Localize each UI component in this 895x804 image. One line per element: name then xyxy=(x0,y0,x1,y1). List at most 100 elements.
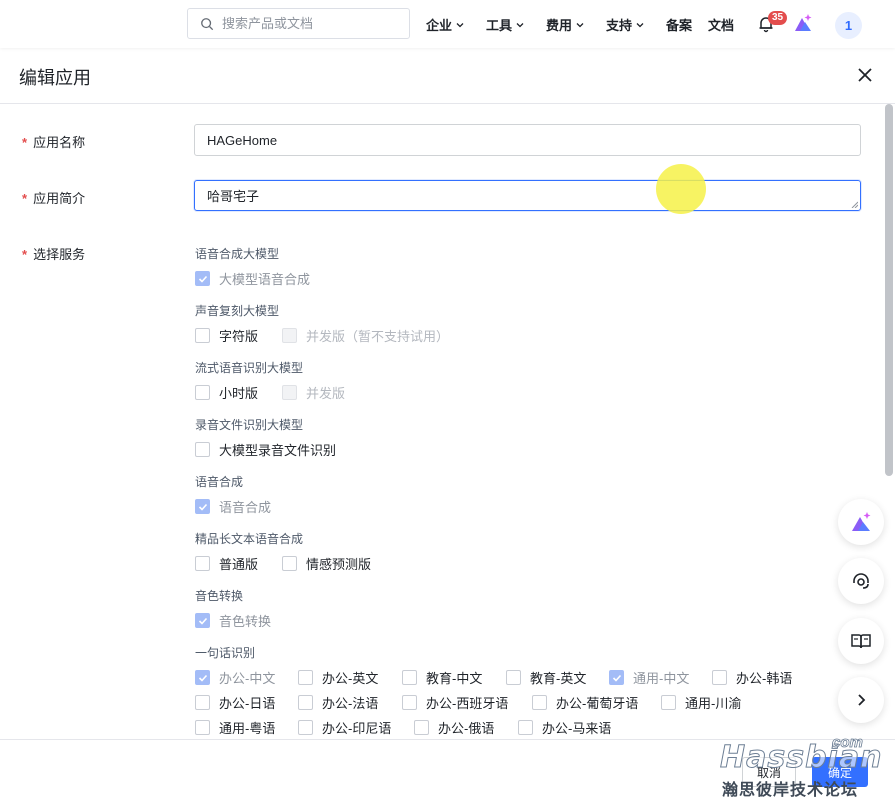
nav-enterprise[interactable]: 企业 xyxy=(426,15,465,34)
checkbox-sentence-office-ko[interactable]: 办公-韩语 xyxy=(712,668,792,687)
checkbox-asr-concurrent: 并发版 xyxy=(282,383,345,402)
docs-button[interactable] xyxy=(838,618,884,664)
nav-billing[interactable]: 费用 xyxy=(546,15,585,34)
nav-support[interactable]: 支持 xyxy=(606,15,645,34)
search-input[interactable] xyxy=(222,16,402,31)
checkbox-box xyxy=(195,695,210,710)
group-title: 语音合成 xyxy=(195,475,244,489)
checkbox-label: 办公-中文 xyxy=(219,671,276,686)
nav-filing[interactable]: 备案 xyxy=(666,15,692,34)
checkbox-label: 小时版 xyxy=(219,386,259,401)
checkbox-sentence-office-es[interactable]: 办公-西班牙语 xyxy=(402,693,508,712)
checkbox-label: 情感预测版 xyxy=(306,557,372,572)
header-divider xyxy=(0,103,895,104)
checkbox-label: 办公-日语 xyxy=(219,696,276,711)
chevron-down-icon xyxy=(636,22,644,27)
search-box[interactable] xyxy=(187,8,410,39)
checkbox-box xyxy=(195,499,210,514)
checkbox-sentence-edu-en[interactable]: 教育-英文 xyxy=(506,668,586,687)
nav-tools[interactable]: 工具 xyxy=(486,15,525,34)
cancel-button[interactable]: 取消 xyxy=(742,757,796,787)
checkbox-label: 办公-韩语 xyxy=(736,671,793,686)
app-desc-textarea[interactable]: 哈哥宅子 xyxy=(194,180,861,211)
checkbox-box xyxy=(506,670,521,685)
checkbox-sentence-office-ja[interactable]: 办公-日语 xyxy=(195,693,275,712)
watermark-domain: com xyxy=(832,734,864,752)
confirm-button[interactable]: 确定 xyxy=(812,757,868,787)
app-name-label-text: 应用名称 xyxy=(33,135,86,150)
checkbox-box xyxy=(712,670,727,685)
checkbox-sentence-office-fr[interactable]: 办公-法语 xyxy=(298,693,378,712)
group-title: 流式语音识别大模型 xyxy=(195,361,304,375)
checkbox-box xyxy=(402,695,417,710)
checkbox-box xyxy=(298,720,313,735)
checkbox-box xyxy=(195,720,210,735)
checkbox-sentence-office-pt[interactable]: 办公-葡萄牙语 xyxy=(532,693,638,712)
app-desc-label-text: 应用简介 xyxy=(33,191,86,206)
notification-badge: 35 xyxy=(768,11,788,25)
app-name-input[interactable]: HAGeHome xyxy=(194,124,861,156)
checkbox-label: 办公-葡萄牙语 xyxy=(556,696,639,711)
checkbox-box xyxy=(518,720,533,735)
checkbox-sentence-office-id[interactable]: 办公-印尼语 xyxy=(298,718,391,737)
checkbox-sentence-office-zh[interactable]: 办公-中文 xyxy=(195,668,275,687)
checkbox-sentence-general-sichuan[interactable]: 通用-川渝 xyxy=(661,693,741,712)
expand-button[interactable] xyxy=(838,677,884,723)
checkbox-label: 音色转换 xyxy=(219,614,272,629)
checkbox-sentence-general-zh[interactable]: 通用-中文 xyxy=(609,668,689,687)
group-title: 音色转换 xyxy=(195,589,244,603)
checkbox-label: 通用-粤语 xyxy=(219,721,276,736)
checkbox-sentence-general-cantonese[interactable]: 通用-粤语 xyxy=(195,718,275,737)
checkbox-clone-char[interactable]: 字符版 xyxy=(195,326,258,345)
book-icon xyxy=(851,634,871,649)
checkbox-label: 办公-马来语 xyxy=(542,721,612,736)
chevron-down-icon xyxy=(456,22,464,27)
group-title: 一句话识别 xyxy=(195,646,256,660)
chevron-right-icon xyxy=(858,694,866,706)
checkbox-label: 办公-西班牙语 xyxy=(426,696,509,711)
checkbox-box xyxy=(282,328,297,343)
checkbox-tts[interactable]: 语音合成 xyxy=(195,497,271,516)
checkbox-label: 大模型语音合成 xyxy=(219,272,311,287)
checkbox-file-asr[interactable]: 大模型录音文件识别 xyxy=(195,440,336,459)
nav-docs[interactable]: 文档 xyxy=(708,15,734,34)
checkbox-label: 语音合成 xyxy=(219,500,272,515)
checkbox-label: 教育-中文 xyxy=(426,671,483,686)
checkbox-label: 大模型录音文件识别 xyxy=(219,443,337,458)
checkbox-box xyxy=(282,556,297,571)
checkbox-box xyxy=(298,695,313,710)
checkbox-voice-conversion[interactable]: 音色转换 xyxy=(195,611,271,630)
search-icon xyxy=(201,17,214,30)
checkbox-label: 办公-俄语 xyxy=(438,721,495,736)
checkbox-sentence-office-ru[interactable]: 办公-俄语 xyxy=(414,718,494,737)
checkbox-box xyxy=(298,670,313,685)
drawer-title: 编辑应用 xyxy=(19,68,91,88)
checkbox-sentence-edu-zh[interactable]: 教育-中文 xyxy=(402,668,482,687)
checkbox-box xyxy=(609,670,624,685)
required-mark: * xyxy=(22,191,28,206)
app-name-value: HAGeHome xyxy=(207,132,278,148)
checkbox-box xyxy=(195,613,210,628)
checkbox-sentence-office-ms[interactable]: 办公-马来语 xyxy=(518,718,611,737)
ai-assistant-button[interactable] xyxy=(838,499,884,545)
ai-assistant-icon[interactable] xyxy=(793,13,813,33)
checkbox-box xyxy=(195,385,210,400)
app-name-label: * 应用名称 xyxy=(22,132,85,151)
checkbox-clone-concurrent: 并发版（暂不支持试用） xyxy=(282,326,449,345)
checkbox-box xyxy=(661,695,676,710)
close-icon[interactable] xyxy=(855,65,875,85)
required-mark: * xyxy=(22,247,28,262)
avatar[interactable]: 1 xyxy=(835,12,862,39)
checkbox-asr-hour[interactable]: 小时版 xyxy=(195,383,258,402)
checkbox-long-tts-emotion[interactable]: 情感预测版 xyxy=(282,554,371,573)
checkbox-sentence-office-en[interactable]: 办公-英文 xyxy=(298,668,378,687)
checkbox-box xyxy=(195,670,210,685)
resize-handle-icon[interactable] xyxy=(851,201,858,208)
chevron-down-icon xyxy=(576,22,584,27)
nav-label: 支持 xyxy=(606,18,633,33)
customer-service-button[interactable] xyxy=(838,558,884,604)
nav-label: 费用 xyxy=(546,18,573,33)
checkbox-long-tts-normal[interactable]: 普通版 xyxy=(195,554,258,573)
scrollbar-thumb[interactable] xyxy=(885,104,893,476)
checkbox-tts-llm[interactable]: 大模型语音合成 xyxy=(195,269,310,288)
